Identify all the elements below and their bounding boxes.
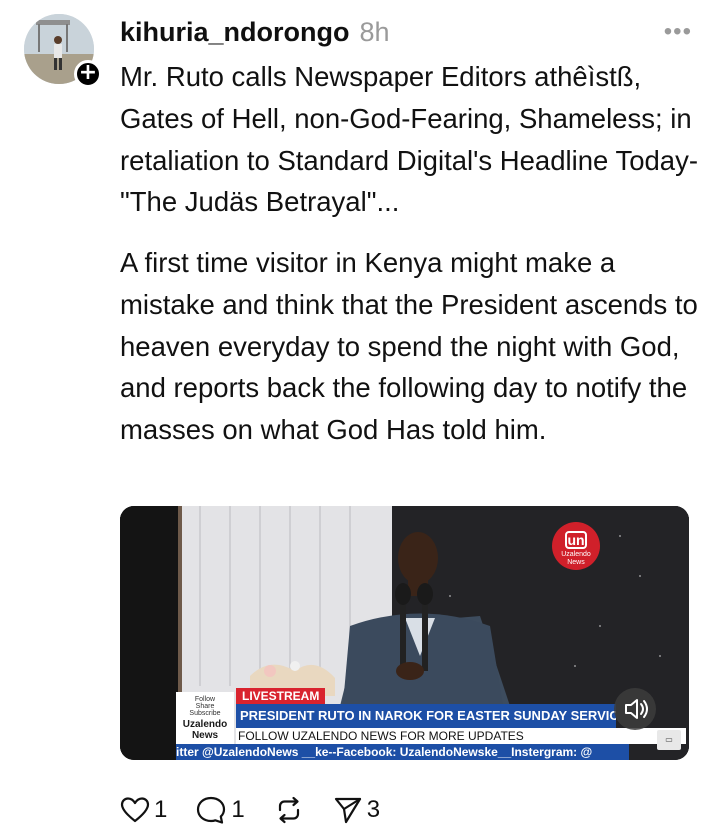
side-logo-line: Share [195,703,215,710]
side-logo-line: Follow [194,696,216,703]
repost-icon [278,796,299,824]
video-player[interactable]: un Uzalendo News Follow Share Subscribe … [120,506,689,760]
post-text-paragraph-2: A first time visitor in Kenya might make… [120,247,698,446]
logo-name: Uzalendo News [561,551,591,566]
speaker-icon [625,699,648,719]
like-button[interactable]: 1 [120,796,167,824]
follow-bar: FOLLOW UZALENDO NEWS FOR MORE UPDATES [236,728,686,744]
share-count: 3 [366,796,381,823]
reply-button[interactable]: 1 [195,795,245,825]
livestream-badge: LIVESTREAM [236,688,326,704]
username[interactable]: kihuria_ndorongo [120,17,350,48]
action-bar: 1 1 3 [120,790,408,830]
caption-icon[interactable]: ▭ [657,730,681,750]
logo-mark: un [565,531,587,549]
side-logo-brand: Uzalendo News [182,719,228,741]
reply-count: 1 [231,796,245,823]
side-logo-line: Subscribe [189,710,221,717]
avatar-container[interactable]: + [24,14,102,88]
uzalendo-news-logo: un Uzalendo News [552,522,600,570]
headline-bar: PRESIDENT RUTO IN NAROK FOR EASTER SUNDA… [236,704,616,728]
repost-button[interactable] [273,795,305,825]
post-time: 8h [359,16,390,47]
follow-plus-icon[interactable]: + [74,60,102,88]
comment-icon [197,796,226,824]
post-text-paragraph-1: Mr. Ruto calls Newspaper Editors athêìst… [120,61,698,218]
ticker: itter @UzalendoNews __ke--Facebook: Uzal… [176,744,629,760]
side-logo: Follow Share Subscribe Uzalendo News [176,692,234,744]
heart-icon [120,797,150,823]
post-header: kihuria_ndorongo 8h ••• [120,12,692,52]
like-count: 1 [154,796,168,823]
mute-button[interactable] [614,688,656,730]
more-options-icon[interactable]: ••• [664,18,692,46]
share-button[interactable]: 3 [333,795,380,825]
send-icon [334,797,361,824]
